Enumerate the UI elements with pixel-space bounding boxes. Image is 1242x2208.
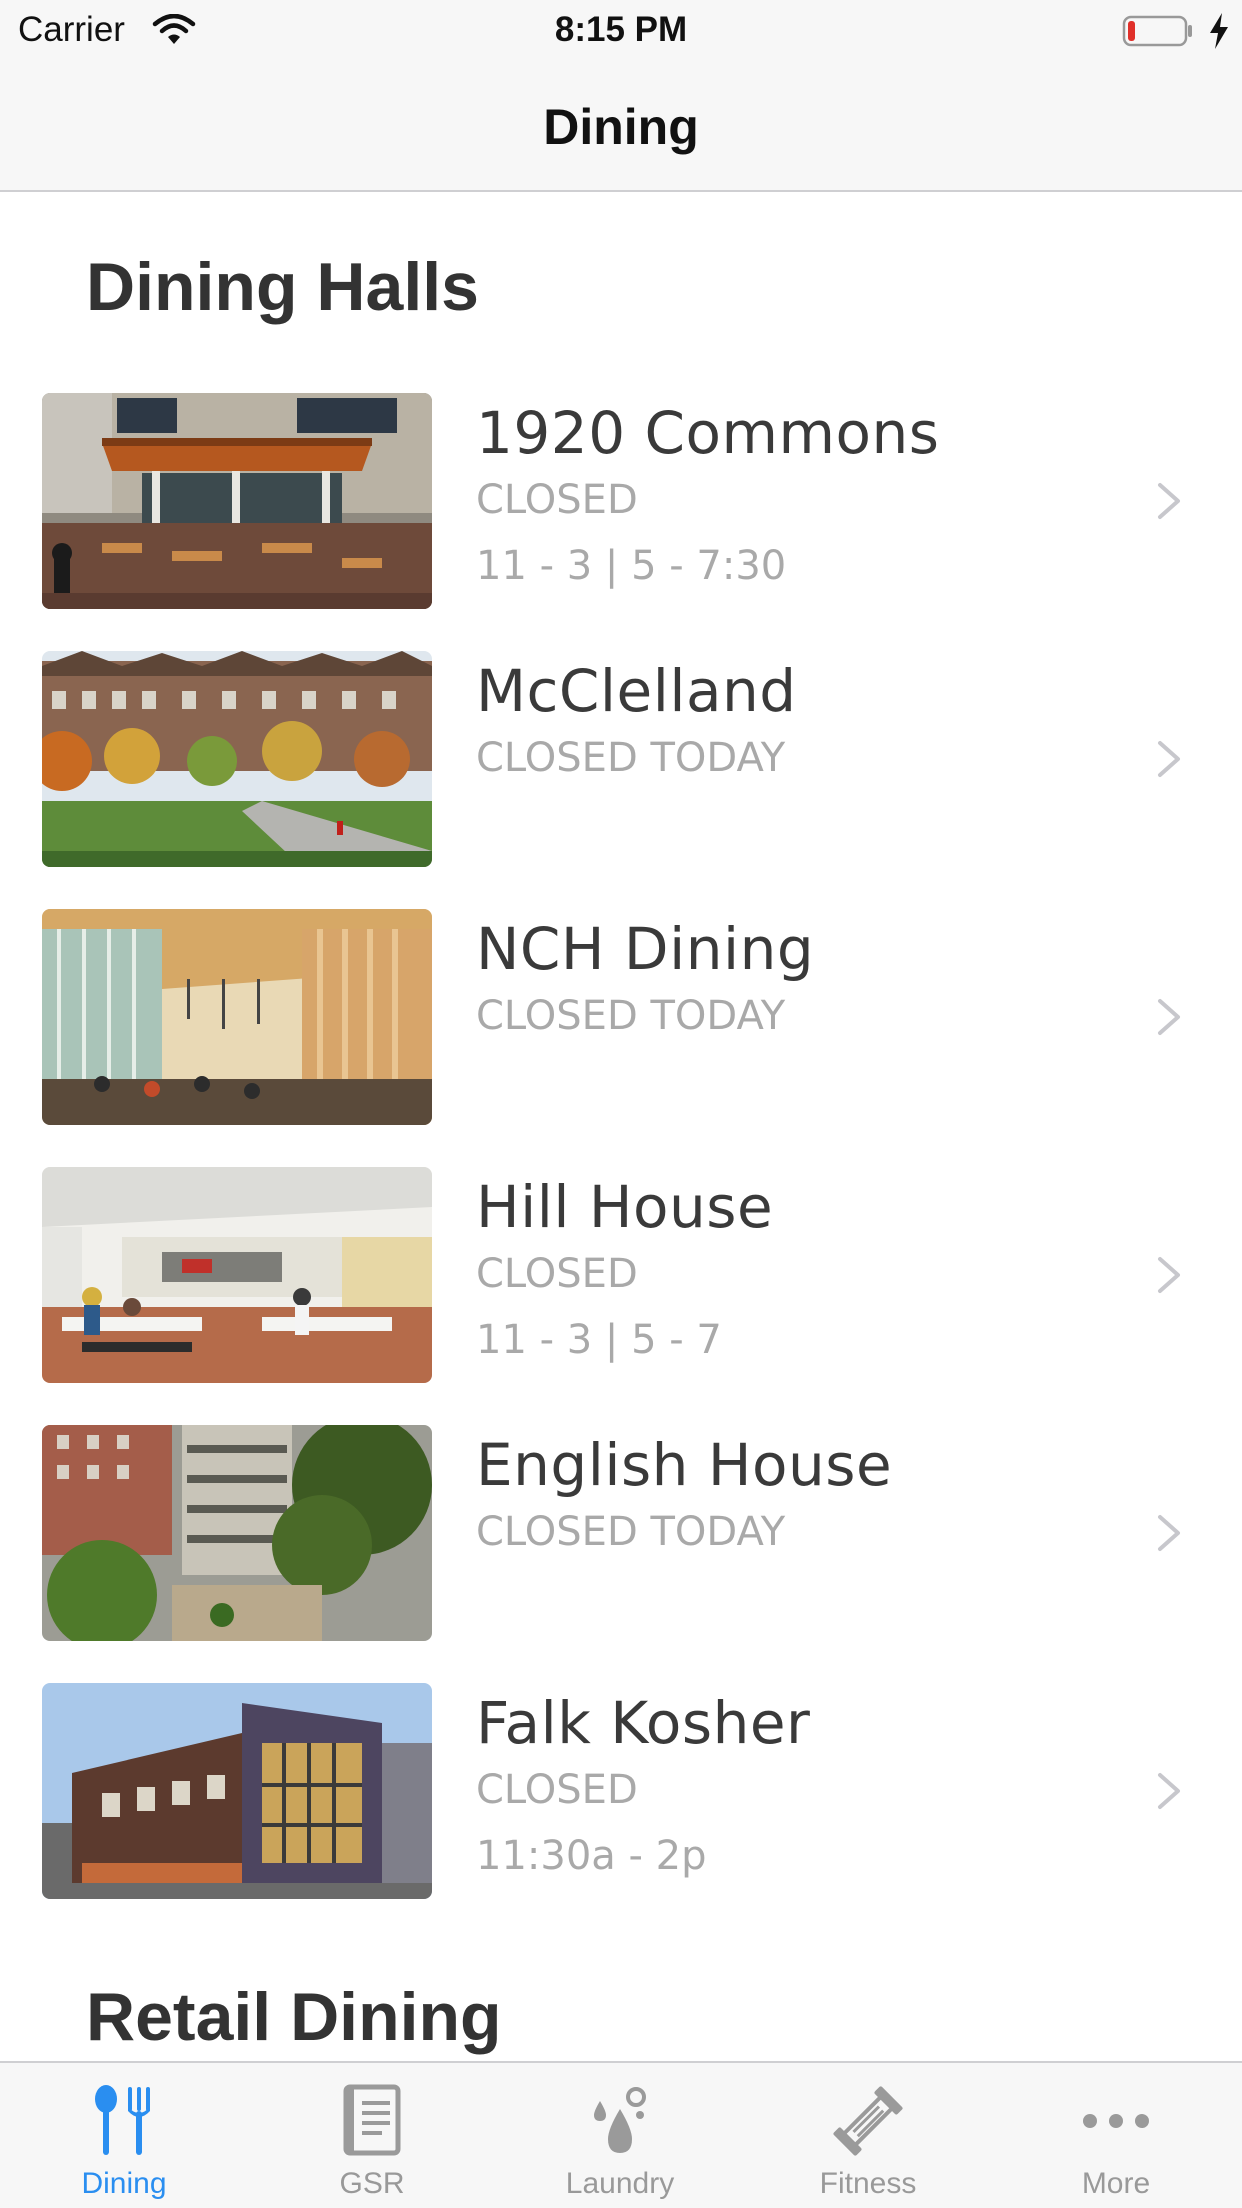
hall-photo xyxy=(42,1683,432,1899)
dining-screen: Carrier 8:15 PM Dining Dining Halls 1920… xyxy=(0,0,1242,2208)
hall-name: Hill House xyxy=(476,1173,774,1241)
clock: 8:15 PM xyxy=(554,10,688,49)
hall-hours: 11 - 3 | 5 - 7 xyxy=(476,1317,722,1363)
hall-status: CLOSED xyxy=(476,477,638,523)
hall-name: McClelland xyxy=(476,657,797,725)
tab-label: More xyxy=(1081,2167,1151,2200)
chevron-right-icon xyxy=(1158,741,1180,777)
tab-fitness[interactable]: Fitness xyxy=(744,2063,992,2208)
tab-gsr[interactable]: GSR xyxy=(248,2063,496,2208)
dining-hall-row-hill-house[interactable]: Hill House CLOSED 11 - 3 | 5 - 7 xyxy=(0,1167,1242,1383)
battery-icon xyxy=(1122,15,1192,47)
section-title-dining-halls: Dining Halls xyxy=(86,249,479,325)
dining-hall-row-mcclelland[interactable]: McClelland CLOSED TODAY xyxy=(0,651,1242,867)
status-bar: Carrier 8:15 PM xyxy=(0,0,1242,60)
nav-title: Dining xyxy=(543,99,699,155)
tab-dining[interactable]: Dining xyxy=(0,2063,248,2208)
tab-label: Dining xyxy=(81,2167,167,2200)
tab-bar: Dining GSR Laundry Fitness More xyxy=(0,2061,1242,2208)
chevron-right-icon xyxy=(1158,483,1180,519)
hall-photo xyxy=(42,909,432,1125)
hall-status: CLOSED xyxy=(476,1767,638,1813)
tab-laundry[interactable]: Laundry xyxy=(496,2063,744,2208)
hall-name: NCH Dining xyxy=(476,915,815,983)
hall-name: English House xyxy=(476,1431,893,1499)
tab-label: GSR xyxy=(339,2167,405,2200)
hall-status: CLOSED xyxy=(476,1251,638,1297)
hall-name: 1920 Commons xyxy=(476,399,940,467)
chevron-right-icon xyxy=(1158,1515,1180,1551)
hall-hours: 11 - 3 | 5 - 7:30 xyxy=(476,543,787,589)
hall-status: CLOSED TODAY xyxy=(476,1509,786,1555)
chevron-right-icon xyxy=(1158,1257,1180,1293)
tab-more[interactable]: More xyxy=(992,2063,1240,2208)
dining-hall-row-nch-dining[interactable]: NCH Dining CLOSED TODAY xyxy=(0,909,1242,1125)
hall-status: CLOSED TODAY xyxy=(476,735,786,781)
book-icon xyxy=(343,2084,401,2156)
hall-photo xyxy=(42,651,432,867)
chevron-right-icon xyxy=(1158,1773,1180,1809)
section-title-retail-dining: Retail Dining xyxy=(86,1979,502,2055)
hall-hours: 11:30a - 2p xyxy=(476,1833,707,1879)
navigation-bar: Dining xyxy=(0,60,1242,192)
dining-hall-row-1920-commons[interactable]: 1920 Commons CLOSED 11 - 3 | 5 - 7:30 xyxy=(0,393,1242,609)
hall-photo xyxy=(42,393,432,609)
dining-hall-row-falk-kosher[interactable]: Falk Kosher CLOSED 11:30a - 2p xyxy=(0,1683,1242,1899)
fork-spoon-icon xyxy=(95,2085,150,2155)
more-dots-icon xyxy=(1083,2114,1149,2128)
hall-photo xyxy=(42,1167,432,1383)
dining-hall-row-english-house[interactable]: English House CLOSED TODAY xyxy=(0,1425,1242,1641)
hall-status: CLOSED TODAY xyxy=(476,993,786,1039)
charging-bolt-icon xyxy=(1210,13,1228,49)
tab-label: Fitness xyxy=(819,2167,917,2200)
tab-label: Laundry xyxy=(565,2167,675,2200)
hall-photo xyxy=(42,1425,432,1641)
dumbbell-icon xyxy=(833,2086,903,2156)
hall-name: Falk Kosher xyxy=(476,1689,811,1757)
water-drops-icon xyxy=(594,2087,646,2153)
chevron-right-icon xyxy=(1158,999,1180,1035)
